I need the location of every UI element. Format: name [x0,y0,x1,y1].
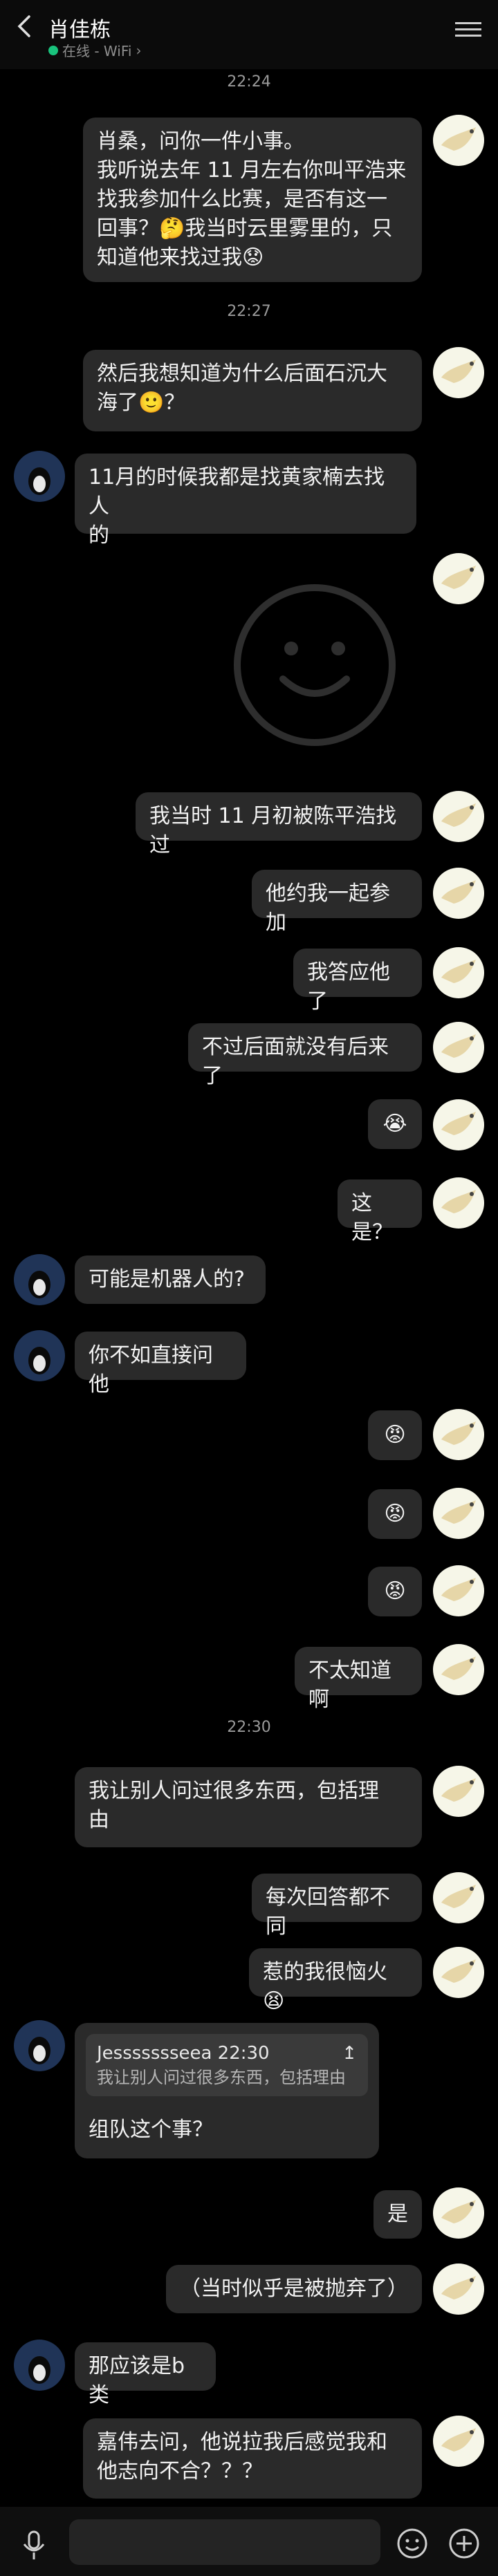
message-emoji-angry[interactable]: 😡 [368,1489,422,1539]
my-avatar[interactable] [433,868,484,919]
timestamp: 22:27 [227,303,271,320]
bird-avatar-icon [441,1500,476,1524]
my-avatar[interactable] [433,1644,484,1695]
my-avatar[interactable] [433,1409,484,1460]
bird-avatar-icon [441,2200,476,2223]
my-avatar[interactable] [433,1022,484,1073]
message-bubble-outgoing[interactable]: 这是？ [338,1179,422,1244]
bird-avatar-icon [441,1034,476,1058]
my-avatar[interactable] [433,115,484,166]
bird-avatar-icon [441,880,476,904]
message-bubble-outgoing[interactable]: 他约我一起参加 [252,870,422,935]
bird-avatar-icon [441,127,476,151]
message-bubble-outgoing[interactable]: 是 [374,2190,422,2239]
penguin-avatar-icon [14,1254,65,1305]
my-avatar[interactable] [433,1872,484,1923]
bird-avatar-icon [441,1421,476,1445]
bird-avatar-icon [441,1190,476,1213]
my-avatar[interactable] [433,2187,484,2239]
online-status: 在线 - WiFi › [48,40,141,60]
quoted-message[interactable]: Jessssssseea 22:30 ↥ 我让别人问过很多东西，包括理由 [86,2034,368,2096]
contact-avatar[interactable] [14,2340,65,2391]
quoted-author: Jessssssseea 22:30 [97,2043,270,2064]
message-bubble-outgoing[interactable]: 我答应他了 [293,949,422,1014]
my-avatar[interactable] [433,1947,484,1998]
my-avatar[interactable] [433,347,484,398]
penguin-avatar-icon [14,451,65,502]
bird-avatar-icon [441,1959,476,1983]
quoted-text: 我让别人问过很多东西，包括理由 [97,2068,346,2087]
penguin-avatar-icon [14,2020,65,2071]
bird-avatar-icon [441,1112,476,1135]
contact-name[interactable]: 肖佳栋 [48,12,111,43]
my-avatar[interactable] [433,1099,484,1150]
penguin-avatar-icon [14,2340,65,2391]
timestamp: 22:30 [227,1719,271,1736]
emoji-icon[interactable] [396,2528,428,2559]
my-avatar[interactable] [433,1488,484,1539]
my-avatar[interactable] [433,1766,484,1817]
timestamp: 22:24 [227,73,271,91]
status-chevron-icon: › [136,41,142,59]
microphone-icon[interactable] [21,2530,47,2561]
message-emoji-angry[interactable]: 😡 [368,1567,422,1616]
my-avatar[interactable] [433,553,484,604]
menu-icon[interactable] [455,18,481,39]
contact-avatar[interactable] [14,451,65,502]
my-avatar[interactable] [433,1565,484,1616]
contact-avatar[interactable] [14,1254,65,1305]
penguin-avatar-icon [14,1330,65,1381]
bird-avatar-icon [441,360,476,383]
my-avatar[interactable] [433,2416,484,2467]
message-bubble-outgoing[interactable]: 我让别人问过很多东西，包括理 由 [75,1767,422,1847]
status-text: 在线 - WiFi [62,43,132,59]
my-avatar[interactable] [433,2264,484,2315]
bird-avatar-icon [441,2428,476,2452]
bird-avatar-icon [441,566,476,589]
message-bubble-outgoing[interactable]: 嘉伟去问，他说拉我后感觉我和 他志向不合？？？ [83,2418,422,2499]
message-bubble-outgoing[interactable]: 肖桑，问你一件小事。 我听说去年 11 月左右你叫平浩来 找我参加什么比赛，是否… [83,118,422,282]
bird-avatar-icon [441,960,476,983]
bird-avatar-icon [441,2276,476,2299]
my-avatar[interactable] [433,947,484,998]
chat-header: 肖佳栋 在线 - WiFi › [0,0,498,69]
message-emoji-angry[interactable]: 😡 [368,1410,422,1460]
message-emoji-crying[interactable]: 😭 [368,1099,422,1149]
add-attachment-icon[interactable] [448,2528,480,2559]
message-input[interactable] [69,2519,380,2565]
smiley-sticker-icon[interactable] [232,582,398,748]
bird-avatar-icon [441,1885,476,1908]
back-arrow-icon[interactable] [11,12,39,40]
message-bubble-outgoing[interactable]: 不过后面就没有后来了 [188,1023,422,1088]
message-bubble-outgoing[interactable]: （当时似乎是被抛弃了） [166,2265,422,2313]
message-bubble-outgoing[interactable]: 惹的我很恼火😫 [249,1948,422,2013]
contact-avatar[interactable] [14,1330,65,1381]
message-bubble-outgoing[interactable]: 我当时 11 月初被陈平浩找过 [136,792,422,857]
bird-avatar-icon [441,1656,476,1680]
reply-text: 组队这个事？ [89,2118,213,2142]
online-indicator-icon [48,45,58,55]
contact-avatar[interactable] [14,2020,65,2071]
jump-to-quote-icon[interactable]: ↥ [342,2041,357,2066]
message-bubble-incoming[interactable]: 你不如直接问他 [75,1332,246,1397]
message-bubble-incoming[interactable]: 那应该是b类 [75,2342,216,2407]
message-bubble-outgoing[interactable]: 然后我想知道为什么后面石沉大 海了🙂？ [83,350,422,431]
bird-avatar-icon [441,1578,476,1601]
message-bubble-incoming[interactable]: 可能是机器人的? [75,1256,266,1304]
message-bubble-incoming[interactable]: 11月的时候我都是找黄家楠去找人 的 [75,454,416,548]
my-avatar[interactable] [433,1177,484,1229]
bird-avatar-icon [441,803,476,827]
input-bar [0,2507,498,2576]
message-bubble-outgoing[interactable]: 不太知道啊 [295,1647,422,1712]
bird-avatar-icon [441,1778,476,1802]
my-avatar[interactable] [433,791,484,842]
message-bubble-outgoing[interactable]: 每次回答都不同 [252,1874,422,1939]
